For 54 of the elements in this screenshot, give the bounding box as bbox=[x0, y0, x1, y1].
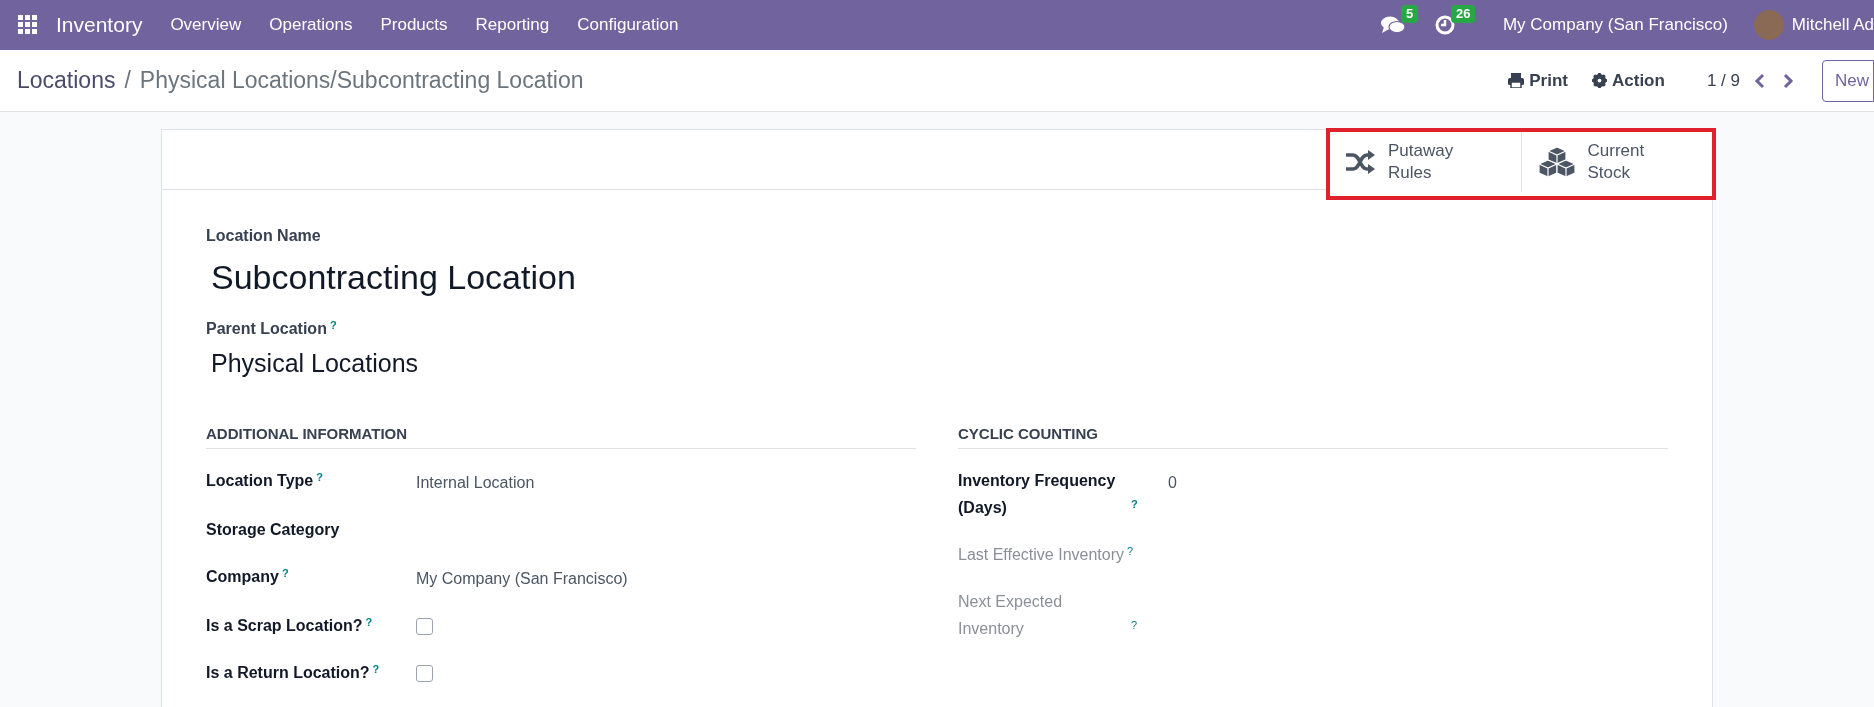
breadcrumb-link[interactable]: Locations bbox=[17, 63, 116, 98]
field-value[interactable]: Internal Location bbox=[416, 469, 535, 496]
menu-item[interactable]: Configuration bbox=[563, 12, 693, 38]
pager-value[interactable]: 1 / 9 bbox=[1706, 67, 1740, 94]
user-name[interactable]: Mitchell Ad bbox=[1791, 12, 1874, 38]
location-name-field[interactable]: Subcontracting Location bbox=[211, 252, 1668, 303]
field-label: Next Expected Inventory bbox=[958, 592, 1064, 639]
field-value[interactable]: 0 bbox=[1168, 469, 1177, 521]
previous-icon[interactable] bbox=[1754, 72, 1766, 89]
field-value[interactable]: My Company (San Francisco) bbox=[416, 565, 628, 592]
field-label: Parent Location bbox=[206, 320, 327, 337]
gear-icon bbox=[1592, 73, 1607, 88]
section-title: CYCLIC COUNTING bbox=[958, 422, 1668, 449]
checkbox[interactable] bbox=[416, 665, 433, 682]
menu-item[interactable]: Overview bbox=[156, 12, 256, 38]
help-tooltip-icon[interactable]: ? bbox=[365, 615, 373, 628]
help-tooltip-icon[interactable]: ? bbox=[372, 662, 380, 675]
apps-grid-icon[interactable] bbox=[18, 15, 38, 35]
app-name[interactable]: Inventory bbox=[56, 9, 143, 41]
shuffle-icon bbox=[1346, 149, 1376, 175]
field-label: Inventory Frequency (Days) bbox=[958, 471, 1117, 518]
field-label: Is a Scrap Location? bbox=[206, 616, 363, 636]
activity-count-badge: 26 bbox=[1450, 5, 1476, 23]
help-tooltip-icon[interactable]: ? bbox=[1127, 544, 1134, 557]
section-title: ADDITIONAL INFORMATION bbox=[206, 422, 916, 449]
new-button[interactable]: New bbox=[1822, 59, 1874, 102]
next-icon[interactable] bbox=[1782, 72, 1794, 89]
help-tooltip-icon[interactable]: ? bbox=[1131, 497, 1138, 510]
help-tooltip-icon[interactable]: ? bbox=[281, 566, 289, 579]
help-tooltip-icon[interactable]: ? bbox=[316, 470, 323, 483]
breadcrumb-current: Physical Locations/Subcontracting Location bbox=[139, 66, 584, 96]
field-label: Is a Return Location? bbox=[206, 663, 370, 683]
field-label: Storage Category bbox=[206, 520, 340, 540]
smart-button[interactable]: Current Stock bbox=[1520, 132, 1712, 192]
breadcrumb-separator: / bbox=[124, 66, 131, 96]
field-label: Location Type bbox=[206, 471, 314, 491]
help-tooltip-icon[interactable]: ? bbox=[329, 318, 337, 331]
print-button[interactable]: Print bbox=[1508, 67, 1568, 94]
message-count-badge: 5 bbox=[1400, 5, 1419, 23]
menu-item[interactable]: Operations bbox=[255, 12, 367, 38]
field-label: Location Name bbox=[206, 226, 322, 246]
clock-icon[interactable] bbox=[1434, 15, 1455, 35]
field-label: Company bbox=[206, 567, 279, 587]
field-label: Last Effective Inventory bbox=[958, 545, 1124, 565]
company-name[interactable]: My Company (San Francisco) bbox=[1502, 12, 1728, 38]
menu-item[interactable]: Products bbox=[366, 12, 462, 38]
help-tooltip-icon[interactable]: ? bbox=[1131, 618, 1138, 631]
checkbox[interactable] bbox=[416, 618, 433, 635]
parent-location-field[interactable]: Physical Locations bbox=[211, 345, 1668, 383]
action-button[interactable]: Action bbox=[1592, 67, 1665, 94]
chat-icon[interactable] bbox=[1380, 15, 1405, 35]
menu-item[interactable]: Reporting bbox=[461, 12, 564, 38]
printer-icon bbox=[1508, 73, 1525, 88]
cubes-icon bbox=[1537, 146, 1576, 178]
